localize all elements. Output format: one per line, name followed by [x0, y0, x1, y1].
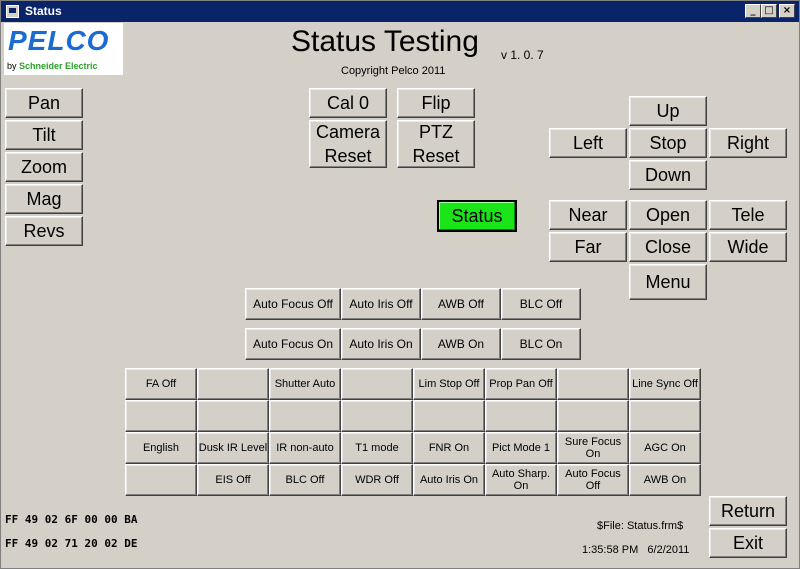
grid-cell-r3-c1[interactable]: EIS Off [197, 464, 269, 496]
hex-line-2: FF 49 02 71 20 02 DE [5, 537, 138, 550]
tele-button[interactable]: Tele [709, 200, 787, 230]
camera-reset-button[interactable]: Camera Reset [309, 120, 387, 168]
title-bar[interactable]: Status _ □ × [1, 1, 799, 22]
zoom-button[interactable]: Zoom [5, 152, 83, 182]
app-icon [6, 5, 19, 18]
far-button[interactable]: Far [549, 232, 627, 262]
status-window: Status _ □ × PELCO by Schneider Electric… [0, 0, 800, 569]
awb-on-button[interactable]: AWB On [421, 328, 501, 360]
blc-off-button[interactable]: BLC Off [501, 288, 581, 320]
auto-focus-on-button[interactable]: Auto Focus On [245, 328, 341, 360]
maximize-button[interactable]: □ [761, 4, 777, 18]
grid-cell-r3-c6[interactable]: Auto Focus Off [557, 464, 629, 496]
grid-cell-r1-c6[interactable] [557, 400, 629, 432]
grid-cell-r2-c2[interactable]: IR non-auto [269, 432, 341, 464]
close-button[interactable]: × [779, 4, 795, 18]
grid-cell-r3-c2[interactable]: BLC Off [269, 464, 341, 496]
minimize-button[interactable]: _ [745, 4, 761, 18]
exit-button[interactable]: Exit [709, 528, 787, 558]
grid-cell-r2-c3[interactable]: T1 mode [341, 432, 413, 464]
wide-button[interactable]: Wide [709, 232, 787, 262]
blc-on-button[interactable]: BLC On [501, 328, 581, 360]
return-button[interactable]: Return [709, 496, 787, 526]
logo-tagline: by Schneider Electric [7, 61, 98, 71]
grid-cell-r0-c2[interactable]: Shutter Auto [269, 368, 341, 400]
close-lens-button[interactable]: Close [629, 232, 707, 262]
grid-cell-r2-c7[interactable]: AGC On [629, 432, 701, 464]
hex-line-1: FF 49 02 6F 00 00 BA [5, 513, 138, 526]
grid-cell-r3-c7[interactable]: AWB On [629, 464, 701, 496]
ptz-reset-button[interactable]: PTZ Reset [397, 120, 475, 168]
grid-cell-r1-c1[interactable] [197, 400, 269, 432]
window-title: Status [25, 4, 62, 18]
grid-cell-r0-c4[interactable]: Lim Stop Off [413, 368, 485, 400]
grid-cell-r2-c4[interactable]: FNR On [413, 432, 485, 464]
grid-cell-r0-c5[interactable]: Prop Pan Off [485, 368, 557, 400]
copyright-label: Copyright Pelco 2011 [341, 65, 446, 77]
right-button[interactable]: Right [709, 128, 787, 158]
flip-button[interactable]: Flip [397, 88, 475, 118]
timestamp-label: 1:35:58 PM 6/2/2011 [582, 544, 690, 556]
revs-button[interactable]: Revs [5, 216, 83, 246]
grid-cell-r3-c0[interactable] [125, 464, 197, 496]
grid-cell-r1-c4[interactable] [413, 400, 485, 432]
grid-cell-r0-c7[interactable]: Line Sync Off [629, 368, 701, 400]
open-button[interactable]: Open [629, 200, 707, 230]
cal0-button[interactable]: Cal 0 [309, 88, 387, 118]
grid-cell-r2-c0[interactable]: English [125, 432, 197, 464]
logo-brand: PELCO [8, 25, 110, 56]
up-button[interactable]: Up [629, 96, 707, 126]
down-button[interactable]: Down [629, 160, 707, 190]
grid-cell-r1-c2[interactable] [269, 400, 341, 432]
awb-off-button[interactable]: AWB Off [421, 288, 501, 320]
grid-cell-r1-c0[interactable] [125, 400, 197, 432]
auto-iris-on-button[interactable]: Auto Iris On [341, 328, 421, 360]
grid-cell-r0-c6[interactable] [557, 368, 629, 400]
file-label: $File: Status.frm$ [597, 520, 684, 532]
grid-cell-r3-c4[interactable]: Auto Iris On [413, 464, 485, 496]
pelco-logo: PELCO by Schneider Electric [4, 23, 123, 75]
grid-cell-r0-c1[interactable] [197, 368, 269, 400]
grid-cell-r3-c3[interactable]: WDR Off [341, 464, 413, 496]
grid-cell-r0-c3[interactable] [341, 368, 413, 400]
version-label: v 1. 0. 7 [501, 48, 544, 62]
auto-focus-off-button[interactable]: Auto Focus Off [245, 288, 341, 320]
auto-iris-off-button[interactable]: Auto Iris Off [341, 288, 421, 320]
grid-cell-r2-c1[interactable]: Dusk IR Level [197, 432, 269, 464]
tilt-button[interactable]: Tilt [5, 120, 83, 150]
pan-button[interactable]: Pan [5, 88, 83, 118]
near-button[interactable]: Near [549, 200, 627, 230]
menu-button[interactable]: Menu [629, 264, 707, 300]
grid-cell-r2-c5[interactable]: Pict Mode 1 [485, 432, 557, 464]
page-title: Status Testing [291, 25, 479, 58]
mag-button[interactable]: Mag [5, 184, 83, 214]
grid-cell-r3-c5[interactable]: Auto Sharp. On [485, 464, 557, 496]
stop-button[interactable]: Stop [629, 128, 707, 158]
status-button[interactable]: Status [437, 200, 517, 232]
grid-cell-r1-c5[interactable] [485, 400, 557, 432]
grid-cell-r1-c7[interactable] [629, 400, 701, 432]
grid-cell-r1-c3[interactable] [341, 400, 413, 432]
grid-cell-r0-c0[interactable]: FA Off [125, 368, 197, 400]
grid-cell-r2-c6[interactable]: Sure Focus On [557, 432, 629, 464]
left-button[interactable]: Left [549, 128, 627, 158]
